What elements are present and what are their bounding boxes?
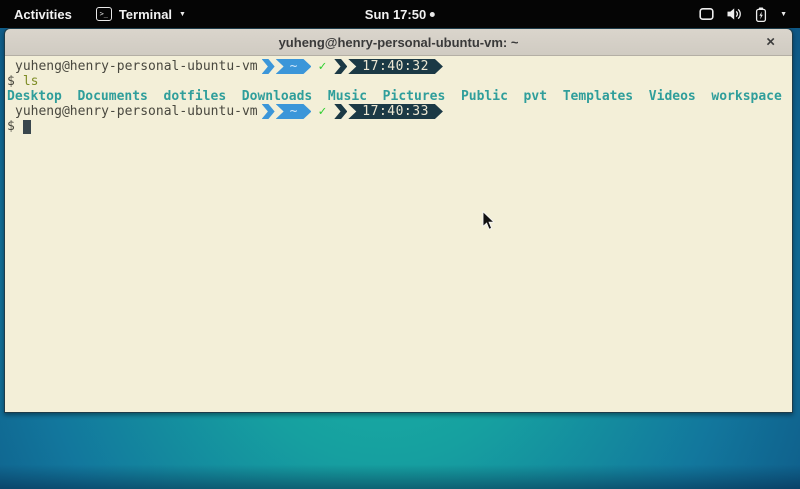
screen-icon (699, 7, 714, 21)
powerline-arrow-icon (262, 59, 275, 74)
battery-charging-icon (755, 7, 767, 22)
terminal-app-icon: >_ (96, 7, 112, 21)
powerline-arrow-icon (334, 104, 347, 119)
prompt-user-host: yuheng@henry-personal-ubuntu-vm (7, 59, 258, 74)
prompt-user-host: yuheng@henry-personal-ubuntu-vm (7, 104, 258, 119)
notification-dot-icon (430, 12, 435, 17)
status-check-icon: ✓ (318, 59, 326, 74)
prompt-line-1: yuheng@henry-personal-ubuntu-vm ~ ✓ 17:4… (7, 59, 790, 74)
titlebar[interactable]: yuheng@henry-personal-ubuntu-vm: ~ × (5, 29, 792, 56)
prompt-time-segment: 17:40:33 (348, 104, 443, 119)
activities-button[interactable]: Activities (0, 0, 86, 28)
command-line: $ ls (7, 74, 790, 89)
top-bar: Activities >_ Terminal ▼ Sun 17:50 ▼ (0, 0, 800, 28)
volume-icon (727, 7, 742, 21)
terminal-window: yuheng@henry-personal-ubuntu-vm: ~ × yuh… (4, 28, 793, 413)
prompt-line-2: yuheng@henry-personal-ubuntu-vm ~ ✓ 17:4… (7, 104, 790, 119)
chevron-down-icon: ▼ (179, 11, 186, 18)
status-check-icon: ✓ (318, 104, 326, 119)
clock-button[interactable]: Sun 17:50 (365, 0, 435, 28)
app-menu-label: Terminal (119, 7, 172, 22)
text-cursor (23, 120, 31, 134)
clock-label: Sun 17:50 (365, 7, 426, 22)
mouse-cursor (482, 211, 496, 231)
powerline-arrow-icon (262, 104, 275, 119)
chevron-down-icon: ▼ (780, 11, 787, 18)
prompt-dollar: $ (7, 119, 15, 134)
ls-output: Desktop Documents dotfiles Downloads Mus… (7, 89, 790, 104)
window-title: yuheng@henry-personal-ubuntu-vm: ~ (279, 35, 519, 50)
system-status-area[interactable]: ▼ (686, 0, 800, 28)
input-line: $ (7, 119, 790, 134)
prompt-path-segment: ~ (276, 59, 312, 74)
prompt-dollar: $ (7, 74, 15, 89)
typed-command: ls (23, 74, 39, 89)
prompt-path-segment: ~ (276, 104, 312, 119)
prompt-time-segment: 17:40:32 (348, 59, 443, 74)
close-icon[interactable]: × (766, 35, 775, 50)
terminal-content[interactable]: yuheng@henry-personal-ubuntu-vm ~ ✓ 17:4… (5, 56, 792, 412)
app-menu-terminal[interactable]: >_ Terminal ▼ (86, 0, 196, 28)
powerline-arrow-icon (334, 59, 347, 74)
